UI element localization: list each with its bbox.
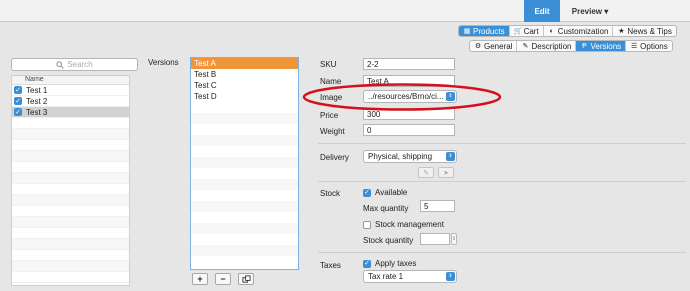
edit-delivery-button[interactable]: ✎ (418, 167, 434, 178)
tax-rate-select[interactable]: Tax rate 1 ⇕ (363, 270, 457, 283)
divider (318, 181, 686, 182)
delivery-label: Delivery (320, 153, 349, 162)
preview-button[interactable]: Preview ▾ (560, 0, 620, 22)
gear-icon: ⚙ (474, 42, 482, 50)
select-arrows-icon: ⇕ (446, 152, 455, 161)
add-version-button[interactable]: + (192, 273, 208, 285)
stock-management-checkbox[interactable]: Stock management (363, 220, 444, 229)
sub-tabs: ⚙ General ✎ Description Ᵽ Versions ☰ Options (469, 40, 673, 52)
apply-taxes-checkbox[interactable]: ✓ Apply taxes (363, 259, 416, 268)
search-input[interactable]: Search (11, 58, 138, 71)
stock-label: Stock (320, 189, 341, 198)
description-icon: ✎ (522, 42, 529, 50)
duplicate-version-button[interactable] (238, 273, 254, 285)
edit-button[interactable]: Edit (524, 0, 560, 22)
stepper-icon[interactable]: ⇕ (451, 233, 457, 245)
duplicate-icon (241, 274, 251, 283)
pencil-icon: ✎ (423, 169, 429, 177)
sku-field[interactable]: 2-2 (363, 58, 455, 70)
column-header: Name (12, 76, 129, 85)
tab-description[interactable]: ✎ Description (517, 41, 577, 51)
weight-label: Weight (320, 127, 345, 136)
version-item[interactable]: Test B (191, 69, 298, 80)
stock-quantity-field[interactable] (420, 233, 450, 245)
send-delivery-button[interactable]: ➤ (438, 167, 454, 178)
delivery-select[interactable]: Physical, shipping ⇕ (363, 150, 457, 163)
search-icon (56, 60, 65, 69)
checkbox-checked-icon[interactable]: ✓ (14, 97, 22, 105)
annotation-ellipse (302, 83, 502, 111)
star-icon: ★ (618, 27, 625, 35)
product-list: Name ✓ Test 1 ✓ Test 2 ✓ Test 3 (11, 75, 130, 286)
list-item[interactable]: ✓ Test 2 (12, 96, 129, 107)
customization-icon: ◐ (549, 27, 554, 35)
tab-options[interactable]: ☰ Options (626, 41, 672, 51)
version-item-selected[interactable]: Test A (191, 58, 298, 69)
available-checkbox[interactable]: ✓ Available (363, 188, 407, 197)
divider (318, 143, 686, 144)
max-quantity-label: Max quantity (363, 204, 409, 213)
versions-label: Versions (148, 58, 179, 67)
checkbox-checked-icon[interactable]: ✓ (363, 259, 371, 268)
tab-versions[interactable]: Ᵽ Versions (576, 41, 627, 51)
taxes-label: Taxes (320, 261, 341, 270)
remove-version-button[interactable]: − (215, 273, 231, 285)
tab-news-tips[interactable]: ★ News & Tips (613, 26, 675, 36)
select-arrows-icon: ⇕ (446, 272, 455, 281)
versions-icon: Ᵽ (582, 42, 587, 50)
version-item[interactable]: Test D (191, 91, 298, 102)
versions-list: Test A Test B Test C Test D (190, 57, 299, 270)
checkbox-checked-icon[interactable]: ✓ (14, 108, 22, 116)
max-quantity-field[interactable]: 5 (420, 200, 455, 212)
divider (318, 252, 686, 253)
versions-empty-rows (191, 102, 298, 267)
weight-field[interactable]: 0 (363, 124, 455, 136)
chevron-down-icon: ▾ (604, 6, 609, 16)
send-icon: ➤ (443, 169, 449, 177)
list-item[interactable]: ✓ Test 1 (12, 85, 129, 96)
options-icon: ☰ (631, 42, 638, 50)
list-empty-rows (12, 118, 129, 283)
version-item[interactable]: Test C (191, 80, 298, 91)
checkbox-unchecked-icon[interactable] (363, 220, 371, 229)
tab-products[interactable]: ▦ Products (459, 26, 510, 36)
checkbox-checked-icon[interactable]: ✓ (363, 188, 371, 197)
tab-customization[interactable]: ◐ Customization (544, 26, 614, 36)
checkbox-checked-icon[interactable]: ✓ (14, 86, 22, 94)
tab-cart[interactable]: 🛒 Cart (510, 26, 544, 36)
cart-icon: 🛒 (513, 27, 523, 35)
stock-quantity-label: Stock quantity (363, 236, 414, 245)
products-icon: ▦ (463, 27, 471, 35)
sku-label: SKU (320, 60, 337, 69)
main-tabs: ▦ Products 🛒 Cart ◐ Customization ★ News & T… (458, 25, 677, 37)
list-item-selected[interactable]: ✓ Test 3 (12, 107, 129, 118)
tab-general[interactable]: ⚙ General (470, 41, 518, 51)
